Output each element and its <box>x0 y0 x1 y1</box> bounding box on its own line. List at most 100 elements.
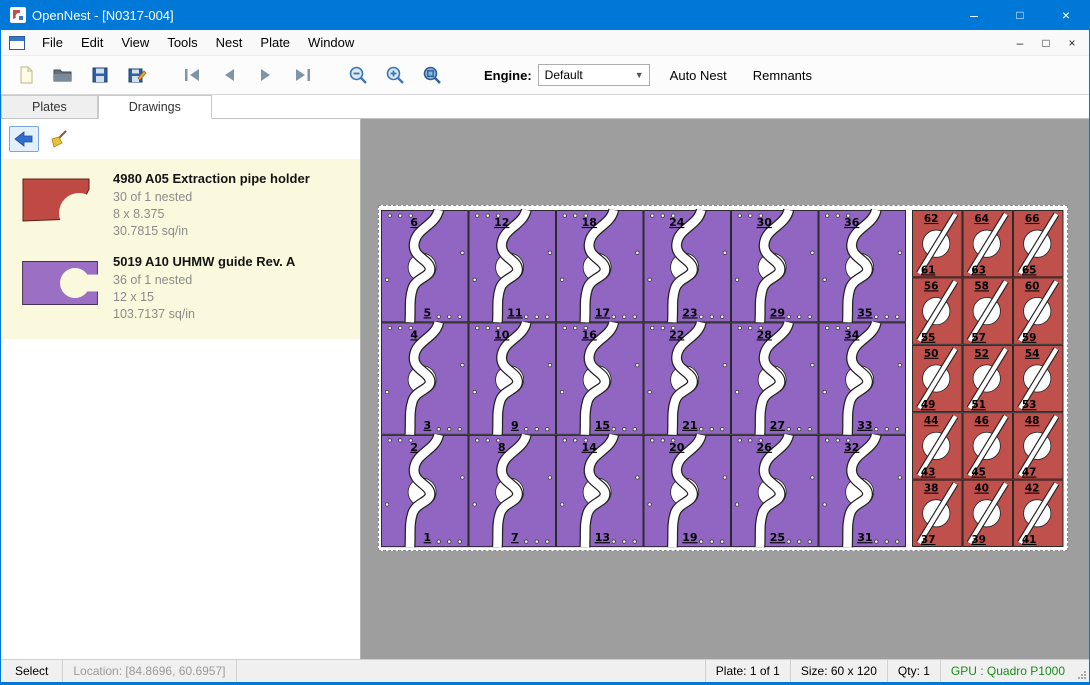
clean-drawings-button[interactable] <box>44 126 74 152</box>
next-plate-button[interactable] <box>247 60 284 91</box>
nested-part-pair-purple[interactable]: 3231 <box>819 435 906 547</box>
new-file-button[interactable] <box>7 60 44 91</box>
svg-text:56: 56 <box>924 280 939 292</box>
menu-tools[interactable]: Tools <box>158 32 206 54</box>
chevron-down-icon: ▼ <box>630 70 649 80</box>
remnants-button[interactable]: Remnants <box>747 64 818 87</box>
menu-nest[interactable]: Nest <box>207 32 252 54</box>
back-arrow-icon <box>14 131 34 147</box>
nested-part-pair-purple[interactable]: 43 <box>382 322 469 434</box>
nested-part-pair-red[interactable]: 3837 <box>913 480 963 546</box>
nested-part-pair-red[interactable]: 5251 <box>963 345 1013 411</box>
save-as-button[interactable] <box>118 60 155 91</box>
svg-text:65: 65 <box>1022 264 1037 276</box>
previous-plate-button[interactable] <box>210 60 247 91</box>
engine-label: Engine: <box>484 68 532 83</box>
tab-plates[interactable]: Plates <box>1 95 98 118</box>
drawing-list-item[interactable]: 5019 A10 UHMW guide Rev. A 36 of 1 neste… <box>1 246 360 329</box>
mdi-minimize-button[interactable]: – <box>1007 32 1033 54</box>
menu-edit[interactable]: Edit <box>72 32 112 54</box>
save-icon <box>90 65 110 85</box>
svg-text:50: 50 <box>924 348 939 360</box>
nested-part-pair-red[interactable]: 4645 <box>963 413 1013 479</box>
menu-file[interactable]: File <box>33 32 72 54</box>
nested-part-pair-purple[interactable]: 87 <box>469 435 556 547</box>
open-file-button[interactable] <box>44 60 81 91</box>
close-button[interactable]: × <box>1043 0 1089 30</box>
nested-part-pair-purple[interactable]: 1817 <box>557 210 644 322</box>
nested-part-pair-red[interactable]: 4443 <box>913 413 963 479</box>
zoom-fit-button[interactable] <box>413 60 450 91</box>
svg-text:48: 48 <box>1025 415 1040 427</box>
svg-text:11: 11 <box>507 306 522 319</box>
import-drawing-button[interactable] <box>9 126 39 152</box>
drawing-info: 4980 A05 Extraction pipe holder 30 of 1 … <box>113 171 310 240</box>
nested-part-pair-purple[interactable]: 1615 <box>557 322 644 434</box>
svg-text:12: 12 <box>494 216 509 229</box>
svg-text:3: 3 <box>424 419 432 432</box>
nested-part-pair-red[interactable]: 6059 <box>1014 278 1064 344</box>
nested-part-pair-purple[interactable]: 3029 <box>732 210 819 322</box>
resize-grip[interactable] <box>1075 660 1089 682</box>
drawing-list-item[interactable]: 4980 A05 Extraction pipe holder 30 of 1 … <box>1 163 360 246</box>
menu-view[interactable]: View <box>112 32 158 54</box>
engine-dropdown[interactable]: Default ▼ <box>538 64 650 86</box>
save-button[interactable] <box>81 60 118 91</box>
svg-text:32: 32 <box>844 441 859 454</box>
nested-part-pair-red[interactable]: 4039 <box>963 480 1013 546</box>
nested-part-pair-red[interactable]: 6463 <box>963 211 1013 277</box>
zoom-out-button[interactable] <box>339 60 376 91</box>
nested-part-pair-purple[interactable]: 12 11 <box>469 210 556 322</box>
svg-text:36: 36 <box>844 216 860 229</box>
menu-plate[interactable]: Plate <box>251 32 299 54</box>
nested-part-pair-purple[interactable]: 1413 <box>557 435 644 547</box>
svg-text:16: 16 <box>582 328 598 341</box>
svg-text:22: 22 <box>669 328 684 341</box>
mdi-close-button[interactable]: × <box>1059 32 1085 54</box>
nested-part-pair-purple[interactable]: 36 35 <box>819 210 906 322</box>
nested-part-pair-red[interactable]: 5453 <box>1014 345 1064 411</box>
nested-part-pair-purple[interactable]: 3433 <box>819 322 906 434</box>
svg-text:41: 41 <box>1022 534 1037 546</box>
nested-part-pair-purple[interactable]: 2423 <box>644 210 731 322</box>
svg-text:15: 15 <box>595 419 610 432</box>
nested-part-pair-purple[interactable]: 2221 <box>644 322 731 434</box>
nested-part-pair-purple[interactable]: 109 <box>469 322 556 434</box>
svg-text:28: 28 <box>757 328 772 341</box>
tab-drawings[interactable]: Drawings <box>98 95 212 119</box>
svg-text:60: 60 <box>1025 280 1040 292</box>
menu-window[interactable]: Window <box>299 32 363 54</box>
nested-part-pair-red[interactable]: 5857 <box>963 278 1013 344</box>
maximize-button[interactable]: □ <box>997 0 1043 30</box>
nested-part-pair-purple[interactable]: 2827 <box>732 322 819 434</box>
nested-part-pair-red[interactable]: 6665 <box>1014 211 1064 277</box>
zoom-out-icon <box>348 65 368 85</box>
last-plate-button[interactable] <box>284 60 321 91</box>
plate-qty: Qty: 1 <box>888 660 940 682</box>
plate-sheet[interactable]: 6512111817242330293635431091615222128273… <box>378 205 1068 551</box>
engine-value: Default <box>545 68 583 82</box>
nested-part-pair-purple[interactable]: 21 <box>382 435 469 547</box>
nested-part-pair-red[interactable]: 48 47 <box>1014 413 1064 479</box>
svg-text:45: 45 <box>971 467 986 479</box>
nested-part-pair-red[interactable]: 5655 <box>913 278 963 344</box>
first-plate-button[interactable] <box>173 60 210 91</box>
mdi-restore-button[interactable]: □ <box>1033 32 1059 54</box>
minimize-button[interactable]: – <box>951 0 997 30</box>
svg-text:30: 30 <box>757 216 773 229</box>
nested-part-pair-red[interactable]: 6261 <box>913 211 963 277</box>
nested-part-pair-red[interactable]: 5049 <box>913 345 963 411</box>
zoom-in-button[interactable] <box>376 60 413 91</box>
svg-text:17: 17 <box>595 306 610 319</box>
nested-part-pair-purple[interactable]: 65 <box>382 210 469 322</box>
nested-part-pair-purple[interactable]: 2019 <box>644 435 731 547</box>
svg-text:47: 47 <box>1022 467 1037 479</box>
nested-part-pair-purple[interactable]: 2625 <box>732 435 819 547</box>
svg-text:35: 35 <box>857 306 872 319</box>
auto-nest-button[interactable]: Auto Nest <box>664 64 733 87</box>
nested-part-pair-red[interactable]: 4241 <box>1014 480 1064 546</box>
open-folder-icon <box>52 65 73 85</box>
nest-canvas[interactable]: 6512111817242330293635431091615222128273… <box>361 119 1089 659</box>
svg-text:38: 38 <box>924 483 939 495</box>
save-as-icon <box>127 65 147 85</box>
